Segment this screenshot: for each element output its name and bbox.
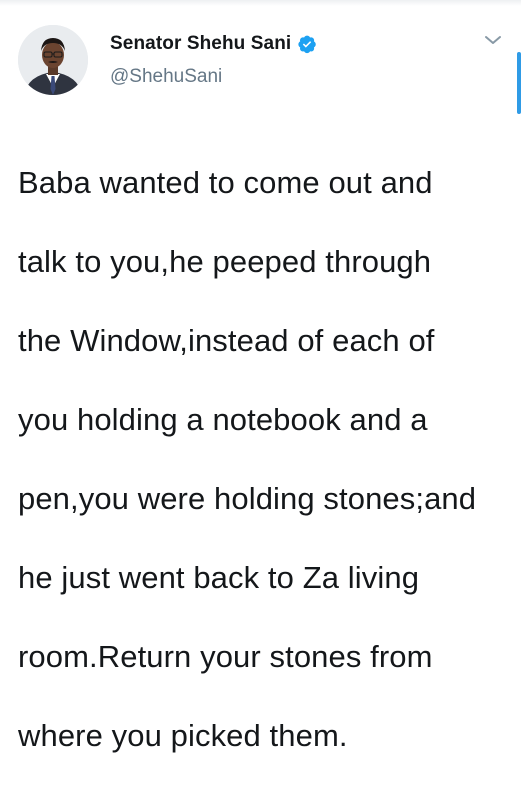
- tweet-text-line: you holding a notebook and a: [18, 401, 428, 437]
- tweet-text-line: talk to you,he peeped through: [18, 243, 432, 279]
- tweet-text-line: where you picked them.: [18, 717, 348, 753]
- edge-indicator: [517, 52, 521, 114]
- tweet-text-line: room.Return your stones from: [18, 638, 433, 674]
- verified-badge-icon: [297, 34, 317, 54]
- chevron-down-icon[interactable]: [483, 33, 503, 47]
- tweet-card: Senator Shehu Sani @ShehuSani Baba wante…: [0, 0, 521, 753]
- user-handle[interactable]: @ShehuSani: [110, 66, 317, 88]
- tweet-text-line: Baba wanted to come out and: [18, 164, 433, 200]
- avatar-image: [18, 25, 88, 95]
- tweet-text: Baba wanted to come out and talk to you,…: [18, 123, 498, 795]
- avatar[interactable]: [18, 25, 88, 95]
- tweet-text-line: pen,you were holding stones;and: [18, 480, 477, 516]
- tweet-text-line: he just went back to Za living: [18, 559, 420, 595]
- display-name[interactable]: Senator Shehu Sani: [110, 33, 291, 55]
- tweet-header: Senator Shehu Sani @ShehuSani: [110, 32, 317, 88]
- name-row: Senator Shehu Sani: [110, 32, 317, 56]
- tweet-text-line: the Window,instead of each of: [18, 322, 435, 358]
